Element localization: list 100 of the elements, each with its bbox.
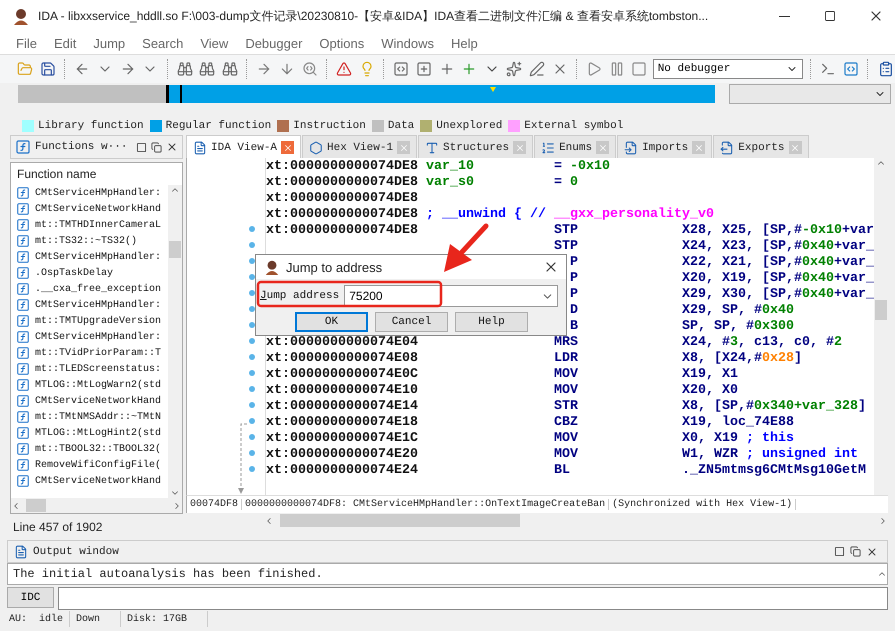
legend-label: Library function [38,120,144,132]
menu-item[interactable]: Search [134,36,192,50]
field-label: Jump address [260,290,340,302]
function-item[interactable]: RemoveWifiConfigFile( [16,457,168,473]
pointer-arrow [444,224,488,272]
function-icon [16,378,30,392]
function-item[interactable]: CMtServiceHMpHandler: [16,185,168,201]
mnemonic-text: P [569,254,578,270]
variable-name: var_s0 [426,174,476,190]
function-icon [16,314,30,328]
function-item[interactable]: mt::TVidPriorParam::T [16,345,168,361]
function-icon [16,298,30,312]
function-icon [16,330,30,344]
function-item[interactable]: MTLOG::MtLogWarn2(std [16,377,168,393]
maximize-icon [824,10,836,22]
function-item[interactable]: mt::TLEDScreenstatus: [16,361,168,377]
close-icon [166,141,178,153]
function-item[interactable]: .OspTaskDelay [16,265,168,281]
mnemonic-text: B [569,318,578,334]
code-icon [843,61,860,77]
menu-item[interactable]: View [192,36,238,50]
dialog-button[interactable]: Help [455,312,528,332]
clipboard-icon [878,61,894,77]
address-text: xt:0000000000074E0C [266,366,419,382]
menu-item[interactable]: Debugger [237,36,312,50]
address-field[interactable]: 75200 [344,285,558,307]
save-icon [40,61,56,77]
function-item[interactable]: MTLOG::MtLogHint2(std [16,425,168,441]
scrollbar-thumb[interactable] [875,300,887,320]
view-tab[interactable]: Enums [534,135,616,160]
function-icon [16,426,30,440]
scrollbar-thumb[interactable] [26,499,46,512]
status-text: Down [76,614,100,624]
operand-text: X19, X1 [682,366,740,382]
function-item[interactable]: CMtServiceHMpHandler: [16,297,168,313]
address-text: xt:0000000000074E04 [266,334,419,350]
function-icon [16,458,30,472]
scrollbar-thumb[interactable] [280,514,520,527]
dialog-button[interactable]: OK [295,312,368,332]
value-text: -0x10 [570,158,610,174]
operand-text: X19, loc_74E88 [682,414,795,430]
binoculars-icon [176,61,193,77]
comment-text: ; __unwind { // __gxx_personality_v0 [426,206,715,222]
view-tab[interactable]: Imports [617,135,712,160]
function-item[interactable]: mt::TMTUpgradeVersion [16,313,168,329]
menu-item[interactable]: Options [311,36,374,50]
mnemonic-text: P [569,286,578,302]
tab-close-button[interactable] [281,141,294,154]
address-text: xt:0000000000074E1C [266,430,419,446]
function-item[interactable]: mt::TBOOL32::TBOOL32( [16,441,168,457]
function-item[interactable]: CMtServiceNetworkHand [16,473,168,489]
address-text: xt:0000000000074DE8 [266,206,419,222]
menu-item[interactable]: Help [442,36,487,50]
function-icon [16,202,30,216]
close-icon [694,142,704,152]
idc-button[interactable]: IDC [7,587,54,608]
menu-item[interactable]: File [8,36,46,50]
function-item[interactable]: .__cxa_free_exception [16,281,168,297]
debugger-select[interactable]: No debugger [652,59,804,79]
mnemonic-text: STR [554,398,578,414]
address-text: xt:0000000000074DE8 [266,174,419,190]
mnemonic-text: LDR [554,350,578,366]
value-text: = [554,158,562,174]
command-input[interactable] [58,587,888,610]
status-text: 0000000000074DF8: CMtServiceHMpHandler::OnTextImageCreateBan [242,499,610,510]
menu-item[interactable]: Edit [46,36,86,50]
mnemonic-text: MOV [554,446,578,462]
panel-title: Functions w··· [35,141,128,153]
search-icon [302,61,318,77]
dialog-button[interactable]: Cancel [375,312,448,332]
mnemonic-text: MRS [554,334,578,350]
scrollbar[interactable] [11,498,182,513]
view-tab[interactable]: IDA View-A [186,135,302,159]
mnemonic-text: STP [554,238,578,254]
function-item[interactable]: mt::TMTHDInnerCameraL [16,217,168,233]
function-icon [16,410,30,424]
status-text: AU: [9,614,28,624]
address-text: xt:0000000000074E14 [266,398,419,414]
menu-item[interactable]: Jump [85,36,134,50]
code-icon [393,61,410,77]
function-item[interactable]: CMtServiceNetworkHand [16,201,168,217]
view-tab[interactable]: Hex View-1 [302,135,418,160]
view-tab[interactable]: Exports [713,135,809,160]
column-header[interactable]: Function name [17,167,96,181]
function-item[interactable]: CMtServiceHMpHandler: [16,249,168,265]
scrollbar-thumb[interactable] [169,241,182,258]
operand-text: X24, #3, c13, c0, #2 [682,334,843,350]
view-tab[interactable]: Structures [418,135,534,160]
restore-icon [850,546,861,557]
function-icon [16,186,30,200]
operand-text: X8, [SP,#0x340+var_328] [682,398,867,414]
app-icon [264,259,280,275]
function-item[interactable]: CMtServiceHMpHandler: [16,329,168,345]
function-item[interactable]: mt::TMtNMSAddr::~TMtN [16,409,168,425]
function-item[interactable]: mt::TS32::~TS32() [16,233,168,249]
address-text: xt:0000000000074E20 [266,446,419,462]
address-text: xt:0000000000074E18 [266,414,419,430]
function-item[interactable]: CMtServiceNetworkHand [16,393,168,409]
scrollbar[interactable] [168,185,182,498]
menu-item[interactable]: Windows [373,36,443,50]
